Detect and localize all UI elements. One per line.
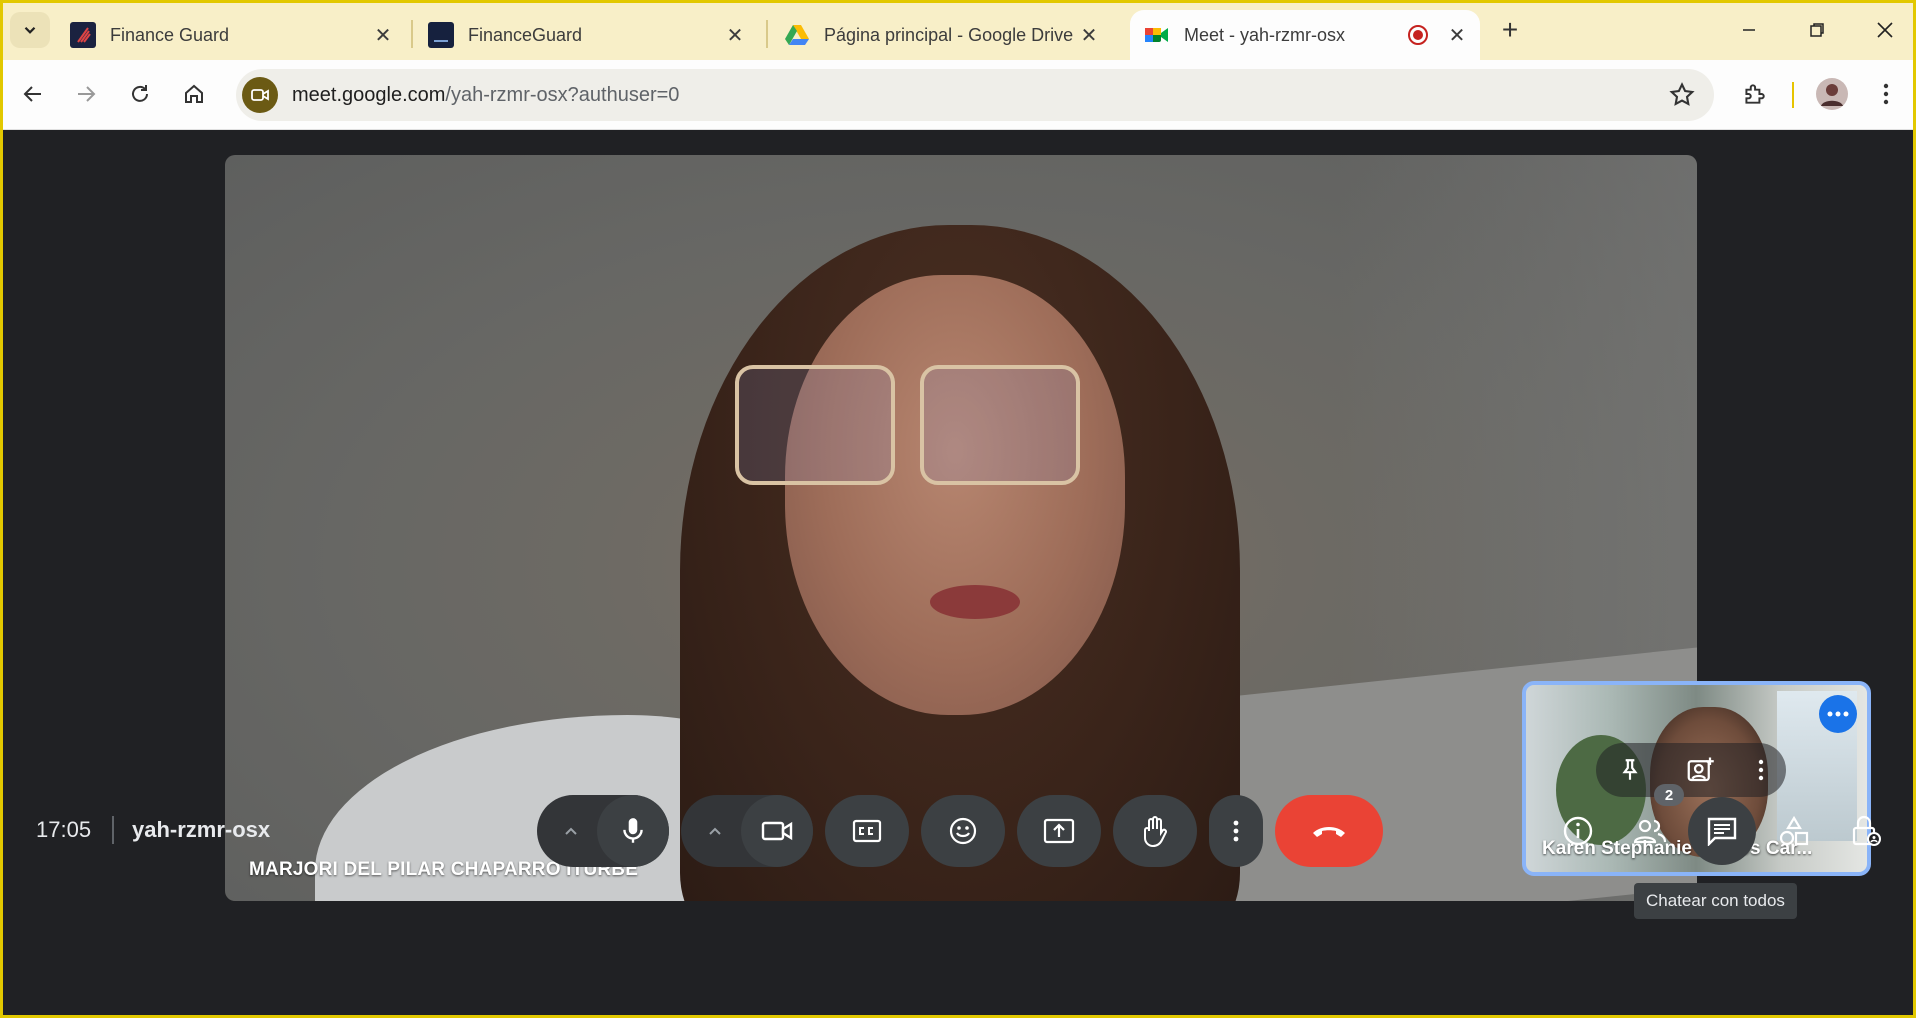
meeting-details-button[interactable] bbox=[1544, 797, 1612, 865]
chevron-up-icon bbox=[709, 827, 721, 835]
chevron-up-icon bbox=[565, 827, 577, 835]
present-button[interactable] bbox=[1017, 795, 1101, 867]
bar-divider bbox=[112, 816, 114, 844]
reactions-button[interactable] bbox=[921, 795, 1005, 867]
tab-title: Página principal - Google Drive bbox=[824, 24, 1074, 45]
meeting-code: yah-rzmr-osx bbox=[132, 817, 271, 842]
meet-site-icon[interactable] bbox=[242, 77, 278, 113]
people-icon bbox=[1633, 819, 1667, 844]
url-path: /yah-rzmr-osx?authuser=0 bbox=[445, 83, 680, 106]
add-frame-icon[interactable] bbox=[1685, 755, 1715, 785]
audio-options-caret[interactable] bbox=[541, 795, 601, 867]
more-options-icon[interactable] bbox=[1757, 758, 1765, 782]
reload-icon[interactable] bbox=[120, 74, 160, 114]
video-options-caret[interactable] bbox=[685, 795, 745, 867]
main-video-tile[interactable]: MARJORI DEL PILAR CHAPARRO ITURBE bbox=[225, 155, 1697, 901]
pin-icon[interactable] bbox=[1617, 757, 1643, 783]
meet-stage: MARJORI DEL PILAR CHAPARRO ITURBE Karen … bbox=[0, 131, 1916, 1018]
chat-icon bbox=[1707, 817, 1737, 846]
google-meet-favicon bbox=[1145, 28, 1168, 42]
close-icon[interactable]: ✕ bbox=[372, 24, 394, 47]
more-options-button[interactable] bbox=[1209, 795, 1263, 867]
camera-button[interactable] bbox=[741, 795, 813, 867]
people-button[interactable] bbox=[1616, 797, 1684, 865]
home-icon[interactable] bbox=[174, 74, 214, 114]
tab-divider bbox=[766, 20, 768, 48]
close-icon[interactable]: ✕ bbox=[724, 24, 746, 47]
host-controls-button[interactable] bbox=[1832, 797, 1900, 865]
minimize-icon[interactable] bbox=[1727, 8, 1771, 52]
tab-search-chevron-icon bbox=[24, 26, 36, 34]
captions-icon bbox=[852, 819, 882, 843]
menu-dots-icon[interactable] bbox=[1866, 74, 1906, 114]
tab-financeguard[interactable]: FinanceGuard ✕ bbox=[414, 10, 758, 60]
extensions-icon[interactable] bbox=[1734, 74, 1774, 114]
tab-meet-active[interactable]: Meet - yah-rzmr-osx ✕ bbox=[1130, 10, 1480, 60]
activities-button[interactable] bbox=[1760, 797, 1828, 865]
leave-call-button[interactable] bbox=[1275, 795, 1383, 867]
google-drive-favicon bbox=[785, 25, 809, 45]
close-icon[interactable]: ✕ bbox=[1446, 24, 1468, 47]
tab-title: Meet - yah-rzmr-osx bbox=[1184, 24, 1346, 45]
restore-icon[interactable] bbox=[1795, 8, 1839, 52]
toolbar-divider bbox=[1792, 82, 1794, 108]
tab-google-drive[interactable]: Página principal - Google Drive ✕ bbox=[770, 10, 1112, 60]
pip-more-button[interactable] bbox=[1819, 695, 1857, 733]
info-icon bbox=[1563, 816, 1593, 846]
meeting-clock: 17:05 bbox=[36, 817, 92, 842]
tile-hover-controls bbox=[1596, 743, 1786, 797]
financeguard-favicon bbox=[428, 22, 454, 48]
present-icon bbox=[1043, 818, 1075, 844]
hangup-icon bbox=[1313, 827, 1345, 837]
url-text[interactable]: meet.google.com/yah-rzmr-osx?authuser=0 bbox=[292, 84, 679, 107]
browser-toolbar: meet.google.com/yah-rzmr-osx?authuser=0 bbox=[0, 60, 1916, 130]
chat-tooltip: Chatear con todos bbox=[1634, 883, 1797, 919]
video-participant-lips bbox=[930, 585, 1020, 619]
back-icon[interactable] bbox=[13, 74, 53, 114]
address-bar[interactable]: meet.google.com/yah-rzmr-osx?authuser=0 bbox=[236, 69, 1714, 121]
tab-title: FinanceGuard bbox=[468, 24, 583, 45]
raise-hand-icon bbox=[1144, 816, 1167, 847]
emoji-icon bbox=[949, 817, 977, 845]
close-window-icon[interactable] bbox=[1863, 8, 1907, 52]
tab-strip: Finance Guard ✕ FinanceGuard ✕ Página pr… bbox=[0, 0, 1916, 60]
finance-guard-favicon bbox=[70, 22, 96, 48]
participants-count-badge: 2 bbox=[1654, 784, 1684, 806]
tab-finance-guard[interactable]: Finance Guard ✕ bbox=[56, 10, 406, 60]
mic-icon bbox=[623, 818, 643, 843]
raise-hand-button[interactable] bbox=[1113, 795, 1197, 867]
more-options-icon bbox=[1233, 820, 1239, 842]
mic-button[interactable] bbox=[597, 795, 669, 867]
tab-title: Finance Guard bbox=[110, 24, 230, 45]
chat-button[interactable] bbox=[1688, 797, 1756, 865]
more-horizontal-icon bbox=[1827, 711, 1849, 717]
tab-search-button[interactable] bbox=[10, 12, 50, 48]
recording-indicator-icon bbox=[1408, 25, 1428, 45]
activities-icon bbox=[1779, 815, 1809, 846]
camera-icon bbox=[761, 821, 793, 841]
video-participant-glasses bbox=[920, 365, 1080, 485]
profile-avatar[interactable] bbox=[1812, 74, 1852, 114]
close-icon[interactable]: ✕ bbox=[1078, 24, 1100, 47]
new-tab-icon[interactable]: + bbox=[1494, 14, 1526, 46]
captions-button[interactable] bbox=[825, 795, 909, 867]
video-participant-glasses bbox=[735, 365, 895, 485]
tab-divider bbox=[411, 20, 413, 48]
video-participant-face bbox=[785, 275, 1125, 715]
host-controls-icon bbox=[1852, 815, 1881, 846]
bookmark-star-icon[interactable] bbox=[1668, 81, 1696, 109]
url-host: meet.google.com bbox=[292, 83, 446, 106]
forward-icon[interactable] bbox=[66, 74, 106, 114]
